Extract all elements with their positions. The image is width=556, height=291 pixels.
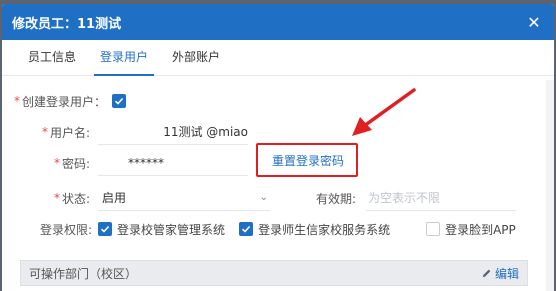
tab-login-user[interactable]: 登录用户 (88, 39, 160, 76)
permission-admin-system[interactable]: 登录校管家管理系统 (98, 221, 225, 238)
permission-school-label: 登录师生信家校服务系统 (258, 222, 391, 237)
check-icon (114, 97, 124, 105)
department-label: 可操作部门（校区） (29, 266, 138, 281)
check-icon (101, 225, 110, 233)
check-icon (242, 225, 251, 233)
required-mark: * (54, 191, 60, 205)
tab-external-account[interactable]: 外部账户 (160, 39, 232, 75)
required-mark: * (14, 94, 20, 108)
password-value: ****** (128, 155, 164, 170)
scrollbar[interactable] (546, 80, 554, 291)
status-label: 状态: (62, 191, 91, 206)
permission-face-app[interactable]: 登录脸到APP (426, 221, 516, 238)
dialog-titlebar: 修改员工：11测试 ✕ (2, 4, 554, 40)
permissions-label: 登录权限: (40, 222, 93, 237)
permissions-row: 登录权限: 登录校管家管理系统 登录师生信家校服务系统 登录脸到APP (40, 216, 530, 242)
required-mark: * (42, 125, 48, 139)
chevron-down-icon: ⌄ (259, 192, 268, 203)
validity-label: 有效期: (316, 191, 357, 206)
validity-label-row: 有效期: (316, 185, 356, 211)
create-login-label: 创建登录用户： (22, 94, 107, 109)
department-edit-label: 编辑 (494, 266, 519, 281)
tab-employee-info[interactable]: 员工信息 (16, 39, 88, 75)
username-value: 11测试 @miao (163, 125, 248, 139)
create-login-row: * 创建登录用户： (14, 88, 127, 114)
permission-admin-checkbox[interactable] (98, 222, 113, 236)
required-mark: * (54, 156, 60, 170)
status-select[interactable]: 启用 ⌄ (98, 185, 270, 211)
status-label-row: * 状态: (54, 185, 90, 211)
reset-password-link[interactable]: 重置登录密码 (272, 152, 344, 169)
department-edit-button[interactable]: 编辑 (481, 265, 519, 282)
permission-face-checkbox[interactable] (426, 222, 441, 236)
permission-face-label: 登录脸到APP (445, 222, 516, 237)
permission-school-service[interactable]: 登录师生信家校服务系统 (239, 221, 390, 238)
permission-admin-label: 登录校管家管理系统 (117, 222, 226, 237)
password-label: 密码: (62, 156, 91, 171)
username-label: 用户名: (50, 125, 91, 140)
create-login-checkbox[interactable] (112, 94, 127, 108)
dialog-title: 修改员工：11测试 (12, 16, 122, 32)
department-bar: 可操作部门（校区） 编辑 (20, 260, 528, 286)
annotation-arrow (352, 88, 416, 136)
validity-placeholder: 为空表示不限 (368, 191, 441, 205)
close-icon[interactable]: ✕ (524, 12, 544, 32)
edit-employee-dialog: 修改员工：11测试 ✕ 员工信息 登录用户 外部账户 * 创建登录用户： * 用… (2, 4, 554, 291)
password-label-row: * 密码: (54, 150, 90, 176)
username-field[interactable]: 11测试 @miao (98, 119, 248, 145)
validity-input[interactable]: 为空表示不限 (366, 185, 516, 211)
username-label-row: * 用户名: (42, 119, 90, 145)
pencil-icon (482, 269, 491, 277)
status-value: 启用 (102, 191, 127, 205)
tab-bar: 员工信息 登录用户 外部账户 (2, 40, 554, 76)
password-field[interactable]: ****** (98, 150, 248, 176)
permission-school-checkbox[interactable] (239, 222, 254, 236)
